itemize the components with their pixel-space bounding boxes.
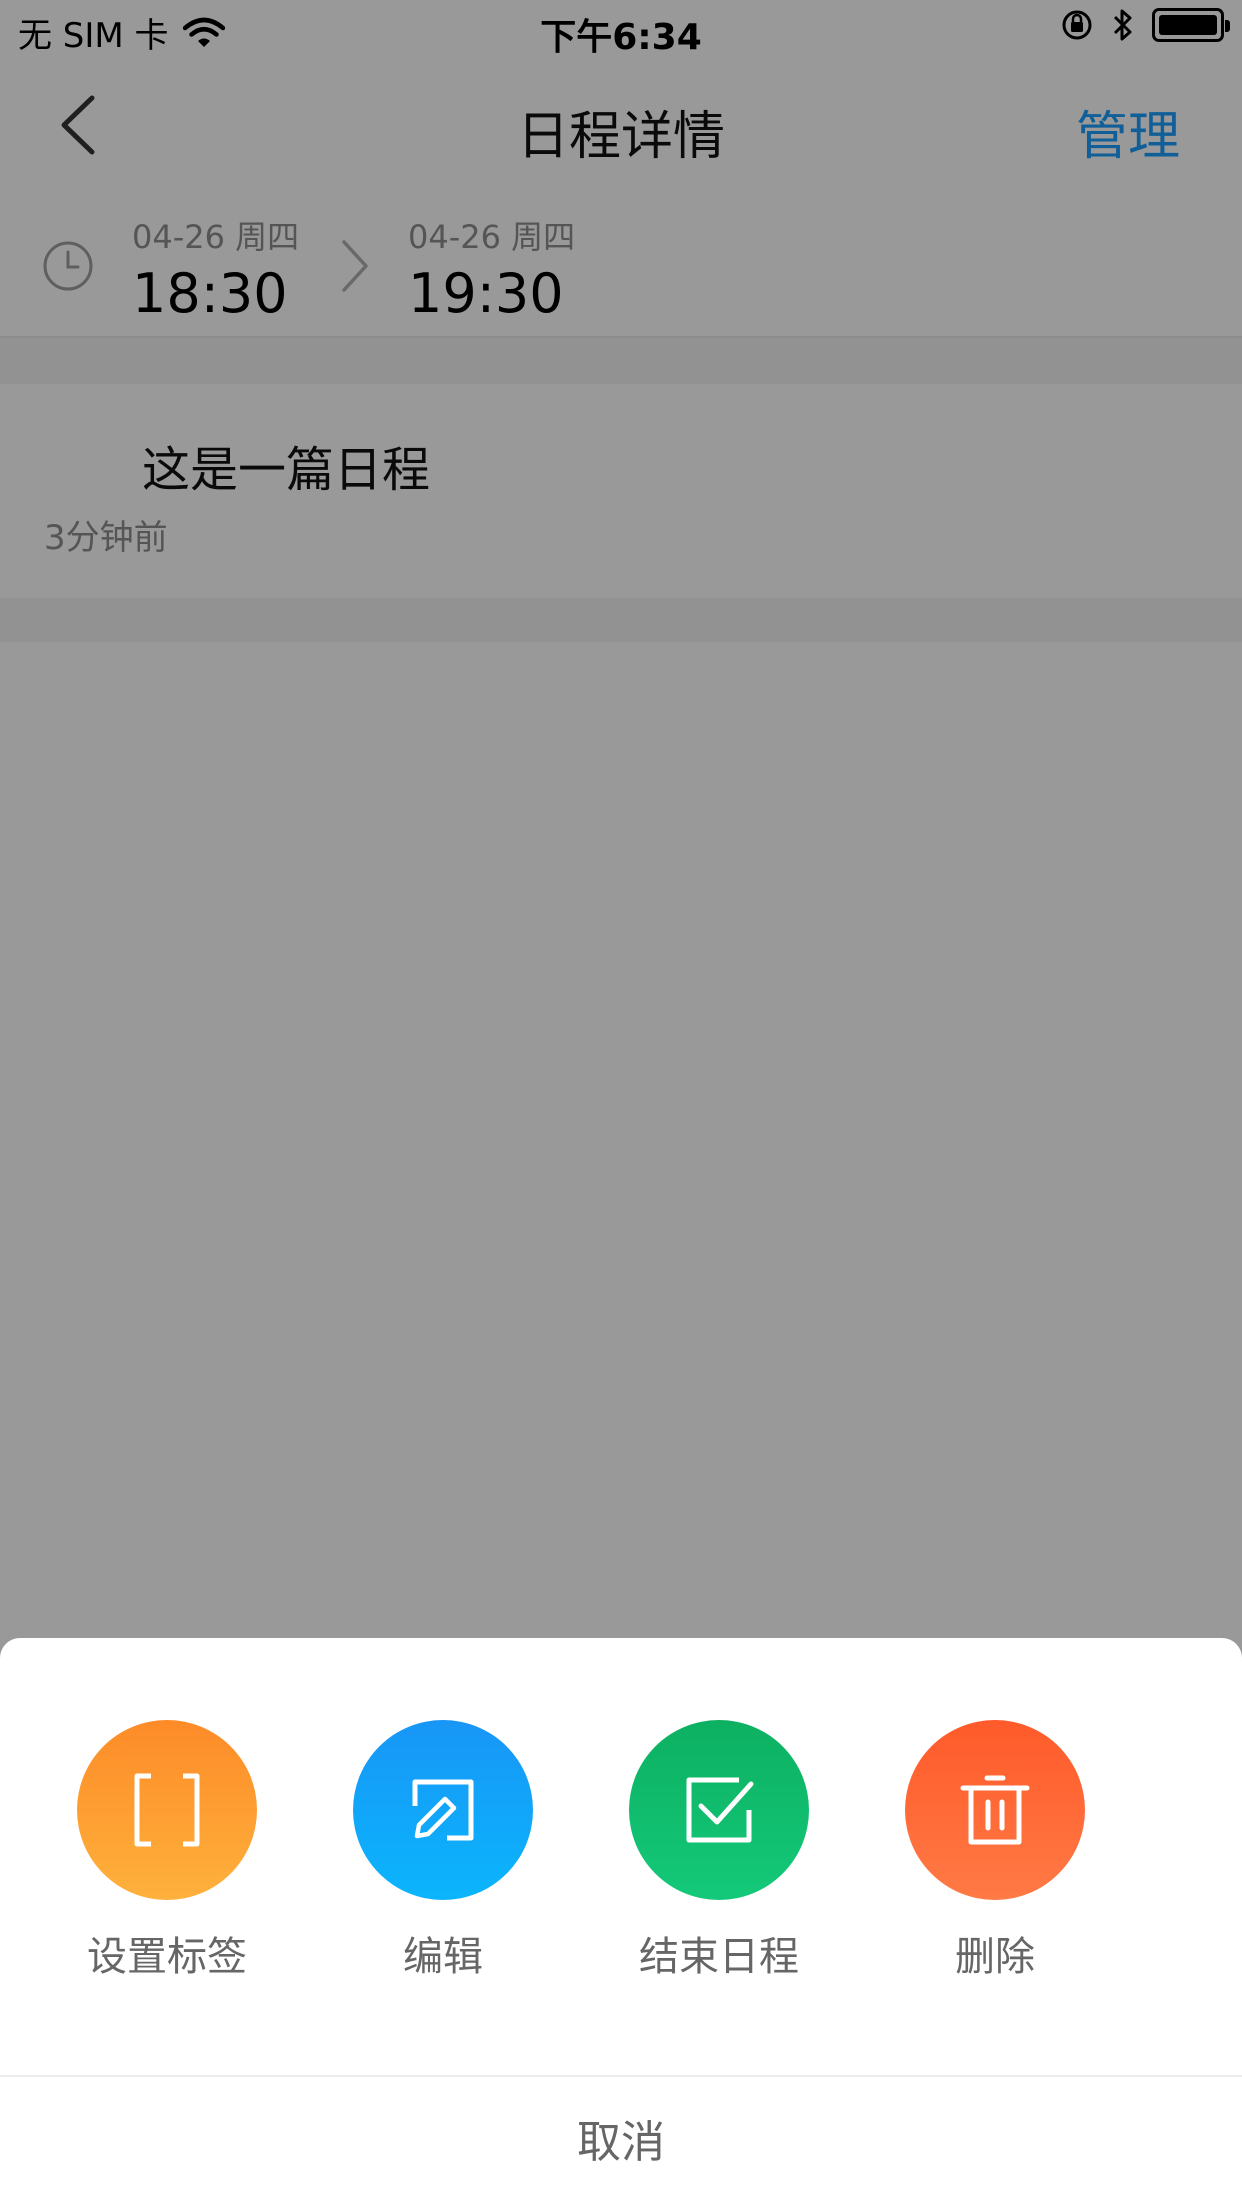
- set-tag-button[interactable]: [77, 1720, 257, 1900]
- check-box-icon: [686, 1777, 754, 1843]
- action-sheet: 设置标签 编辑 结束日程 删除 取消: [0, 1638, 1242, 2208]
- trash-icon: [960, 1775, 1030, 1845]
- set-tag-label: 设置标签: [87, 1934, 247, 1980]
- delete-action[interactable]: 删除: [875, 1720, 1115, 1982]
- finish-schedule-button[interactable]: [629, 1720, 809, 1900]
- edit-button[interactable]: [353, 1720, 533, 1900]
- edit-action[interactable]: 编辑: [323, 1720, 563, 1982]
- delete-label: 删除: [955, 1934, 1035, 1980]
- tag-bracket-icon: [134, 1773, 200, 1847]
- set-tag-action[interactable]: 设置标签: [47, 1720, 287, 1982]
- cancel-button[interactable]: 取消: [0, 2077, 1242, 2208]
- finish-schedule-action[interactable]: 结束日程: [599, 1720, 839, 1982]
- edit-icon: [412, 1779, 474, 1841]
- delete-button[interactable]: [905, 1720, 1085, 1900]
- edit-label: 编辑: [403, 1934, 483, 1980]
- finish-schedule-label: 结束日程: [639, 1934, 799, 1980]
